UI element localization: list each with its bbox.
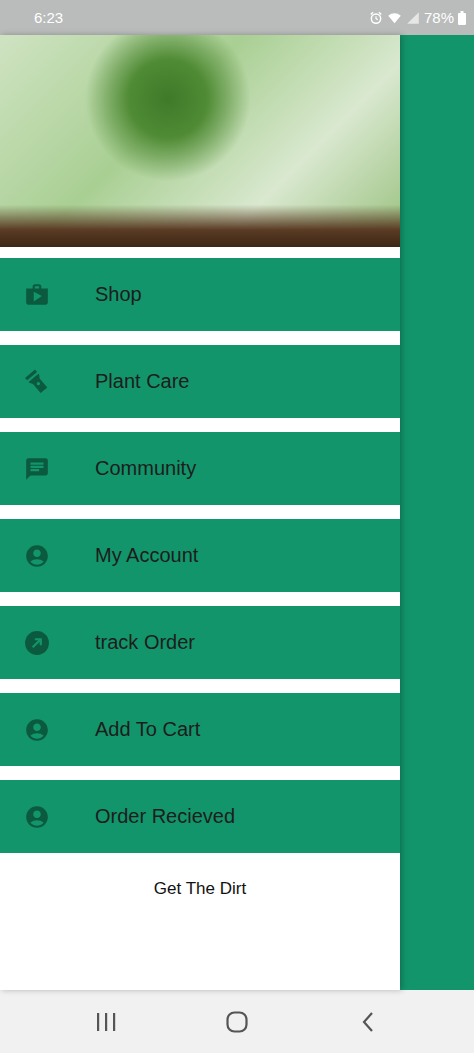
- drawer-item-icon-slot: [24, 369, 50, 395]
- drawer-item-label: My Account: [95, 544, 198, 567]
- drawer-item-icon-slot: [24, 543, 50, 569]
- drawer-item[interactable]: Shop: [0, 258, 400, 331]
- drawer-item[interactable]: My Account: [0, 519, 400, 592]
- nav-drawer: Shop Plant Care Community My Account track O…: [0, 35, 400, 990]
- background-page[interactable]: [400, 35, 474, 990]
- account-icon: [24, 803, 50, 831]
- drawer-item-label: Plant Care: [95, 370, 190, 393]
- drawer-item-label: Shop: [95, 283, 142, 306]
- system-nav-bar: [0, 990, 474, 1053]
- home-icon: [225, 1010, 249, 1034]
- alarm-icon: [369, 11, 383, 25]
- drawer-item[interactable]: Plant Care: [0, 345, 400, 418]
- account-icon: [24, 542, 50, 570]
- main-area: Shop Plant Care Community My Account track O…: [0, 35, 474, 990]
- status-icons: 78%: [369, 9, 466, 26]
- flashlight-icon: [18, 362, 56, 400]
- chat-icon: [24, 455, 50, 483]
- drawer-item[interactable]: Add To Cart: [0, 693, 400, 766]
- drawer-item[interactable]: track Order: [0, 606, 400, 679]
- drawer-item-label: Add To Cart: [95, 718, 200, 741]
- drawer-footer: Get The Dirt: [0, 853, 400, 899]
- wifi-icon: [387, 10, 402, 25]
- shop-bag-icon: [24, 281, 50, 309]
- drawer-item-label: track Order: [95, 631, 195, 654]
- drawer-item-icon-slot: [24, 630, 50, 656]
- back-icon: [360, 1011, 376, 1033]
- arrow-circle-icon: [24, 630, 50, 656]
- drawer-item-label: Order Recieved: [95, 805, 235, 828]
- back-button[interactable]: [338, 1002, 398, 1042]
- drawer-item-icon-slot: [24, 282, 50, 308]
- drawer-item-label: Community: [95, 457, 196, 480]
- hero-photo: [0, 35, 400, 247]
- drawer-item-icon-slot: [24, 456, 50, 482]
- status-time: 6:23: [34, 9, 63, 26]
- recents-icon: [95, 1012, 117, 1032]
- drawer-item[interactable]: Community: [0, 432, 400, 505]
- drawer-item-icon-slot: [24, 804, 50, 830]
- battery-percent: 78%: [424, 9, 454, 26]
- status-bar: 6:23 78%: [0, 0, 474, 35]
- account-icon: [24, 716, 50, 744]
- battery-icon: [458, 11, 466, 25]
- drawer-item[interactable]: Order Recieved: [0, 780, 400, 853]
- drawer-item-icon-slot: [24, 717, 50, 743]
- recents-button[interactable]: [76, 1002, 136, 1042]
- phone-screen: 6:23 78% Shop Plant Care Community My Account…: [0, 0, 474, 1053]
- home-button[interactable]: [207, 1002, 267, 1042]
- signal-icon: [406, 11, 420, 25]
- drawer-menu: Shop Plant Care Community My Account track O…: [0, 247, 400, 853]
